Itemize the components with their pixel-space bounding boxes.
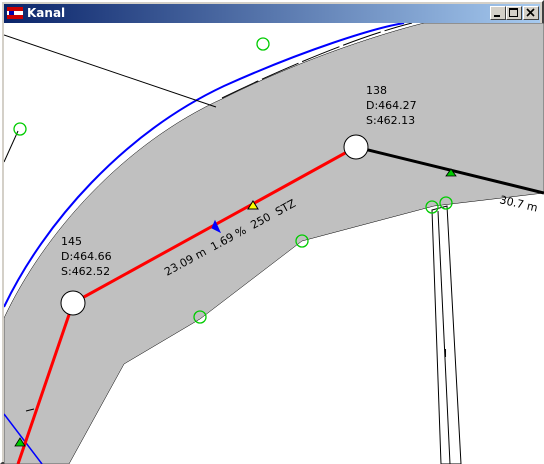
side-road [431,205,462,464]
side-road-mark: l [444,347,447,360]
minimize-icon [494,15,500,17]
window-title: Kanal [27,6,66,20]
manhole-node-138[interactable] [343,134,369,160]
close-button[interactable] [523,6,539,20]
node-138-sole: S:462.13 [366,114,415,127]
kanal-window: Kanal 138 D:464.27 S:462.13 145 D:464.66… [0,0,544,464]
title-bar[interactable]: Kanal [4,4,540,23]
point-marker[interactable] [256,37,270,51]
app-icon [7,7,23,19]
corridor-area [4,23,544,464]
manhole-node-145[interactable] [60,290,86,316]
maximize-button[interactable] [506,6,522,20]
node-138-depth: D:464.27 [366,99,417,112]
maximize-icon [509,8,518,17]
node-145-sole: S:462.52 [61,265,110,278]
map-drawing: 138 D:464.27 S:462.13 145 D:464.66 S:462… [4,23,544,464]
segment-label-black: 30.7 m [498,193,539,214]
node-138-id: 138 [366,84,387,97]
node-145-id: 145 [61,235,82,248]
boundary-line-left [4,130,19,163]
minimize-button[interactable] [490,6,506,20]
boundary-line [4,34,217,108]
close-icon [526,8,535,17]
node-145-depth: D:464.66 [61,250,112,263]
point-marker[interactable] [13,122,27,136]
map-canvas[interactable]: 138 D:464.27 S:462.13 145 D:464.66 S:462… [4,23,544,464]
